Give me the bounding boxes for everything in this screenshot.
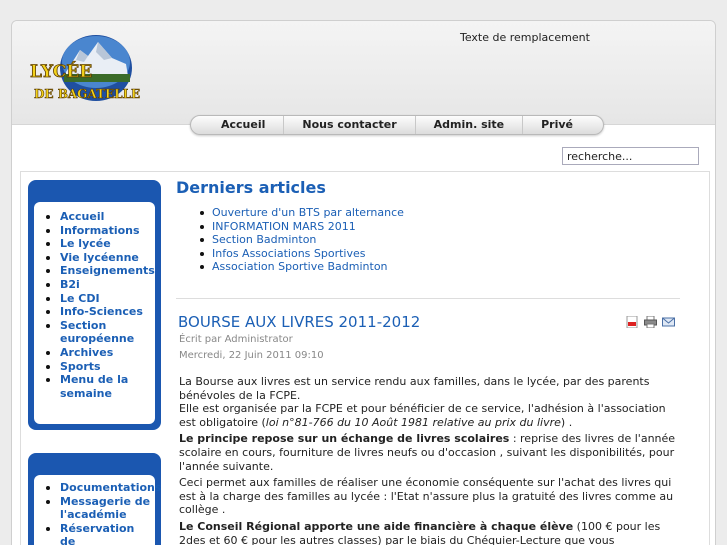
sidebar-item-menu-semaine[interactable]: Menu de la semaine: [38, 373, 151, 400]
sidebar-item-vie-lyceenne[interactable]: Vie lycéenne: [38, 251, 151, 265]
law-reference: loi n°81-766 du 10 Août 1981 relative au…: [265, 415, 561, 429]
latest-article-link[interactable]: Ouverture d'un BTS par alternance: [196, 206, 684, 220]
divider: [176, 298, 680, 299]
sidebar-item-enseignements[interactable]: Enseignements: [38, 264, 155, 278]
sidebar-links: Documentations Messagerie de l'académie …: [28, 453, 161, 545]
sidebar-item-section-europeenne[interactable]: Section européenne: [38, 319, 151, 346]
latest-article-link[interactable]: Section Badminton: [196, 233, 684, 247]
latest-articles-title: Derniers articles: [176, 178, 326, 197]
logo-text-bagatelle: DE BAGATELLE: [34, 87, 140, 101]
article-body: La Bourse aux livres est un service rend…: [179, 375, 679, 545]
sidebar-item-sports[interactable]: Sports: [38, 360, 151, 374]
sidebar-item-le-cdi[interactable]: Le CDI: [38, 292, 151, 306]
latest-articles: Derniers articles Ouverture d'un BTS par…: [176, 178, 684, 274]
sidebar-item-reservation[interactable]: Réservation de: [38, 522, 151, 545]
email-icon[interactable]: [662, 316, 675, 327]
main-nav: Accueil Nous contacter Admin. site Privé: [190, 115, 605, 135]
logo-text-lycee: LYCÉE: [30, 61, 92, 82]
paragraph-emphasis: Le Conseil Régional apporte une aide fin…: [179, 519, 574, 533]
pdf-icon[interactable]: [626, 315, 638, 329]
nav-admin-site[interactable]: Admin. site: [414, 116, 523, 134]
nav-accueil[interactable]: Accueil: [203, 116, 283, 134]
sidebar-item-messagerie[interactable]: Messagerie de l'académie: [38, 495, 151, 522]
paragraph-text: La Bourse aux livres est un service rend…: [179, 375, 650, 402]
article-paragraph: La Bourse aux livres est un service rend…: [179, 375, 679, 429]
sidebar-item-b2i[interactable]: B2i: [38, 278, 151, 292]
article-date: Mercredi, 22 Juin 2011 09:10: [179, 350, 324, 361]
article-paragraph: Ceci permet aux familles de réaliser une…: [179, 476, 674, 517]
search-input[interactable]: [562, 147, 699, 165]
sidebar-item-informations[interactable]: Informations: [38, 224, 151, 238]
nav-prive[interactable]: Privé: [522, 116, 591, 134]
sidebar-item-info-sciences[interactable]: Info-Sciences: [38, 305, 151, 319]
article-paragraph: Le principe repose sur un échange de liv…: [179, 432, 679, 473]
latest-articles-list: Ouverture d'un BTS par alternance INFORM…: [196, 206, 684, 274]
article-actions: [626, 315, 675, 329]
sidebar-item-documentations[interactable]: Documentations: [38, 481, 161, 495]
sidebar-item-le-lycee[interactable]: Le lycée: [38, 237, 151, 251]
paragraph-emphasis: Le principe repose sur un échange de liv…: [179, 432, 510, 446]
sidebar-links-inner: Documentations Messagerie de l'académie …: [34, 475, 161, 545]
sidebar-main-list: Accueil Informations Le lycée Vie lycéen…: [38, 210, 155, 400]
article-author: Écrit par Administrator: [179, 334, 293, 345]
paragraph-text: ) .: [560, 415, 573, 429]
sidebar-main-menu: Accueil Informations Le lycée Vie lycéen…: [28, 180, 161, 430]
latest-article-link[interactable]: Association Sportive Badminton: [196, 260, 684, 274]
latest-article-link[interactable]: Infos Associations Sportives: [196, 247, 684, 261]
latest-article-link[interactable]: INFORMATION MARS 2011: [196, 220, 684, 234]
sidebar-item-archives[interactable]: Archives: [38, 346, 151, 360]
sidebar-item-accueil[interactable]: Accueil: [38, 210, 151, 224]
article-paragraph: Le Conseil Régional apporte une aide fin…: [179, 520, 679, 545]
header-alt-text: Texte de remplacement: [460, 31, 590, 44]
site-logo[interactable]: LYCÉE DE BAGATELLE: [28, 32, 146, 104]
article-title[interactable]: BOURSE AUX LIVRES 2011-2012: [178, 313, 420, 331]
nav-nous-contacter[interactable]: Nous contacter: [283, 116, 414, 134]
sidebar-main-menu-inner: Accueil Informations Le lycée Vie lycéen…: [34, 202, 155, 424]
print-icon[interactable]: [644, 315, 657, 329]
sidebar-links-list: Documentations Messagerie de l'académie …: [38, 481, 161, 545]
